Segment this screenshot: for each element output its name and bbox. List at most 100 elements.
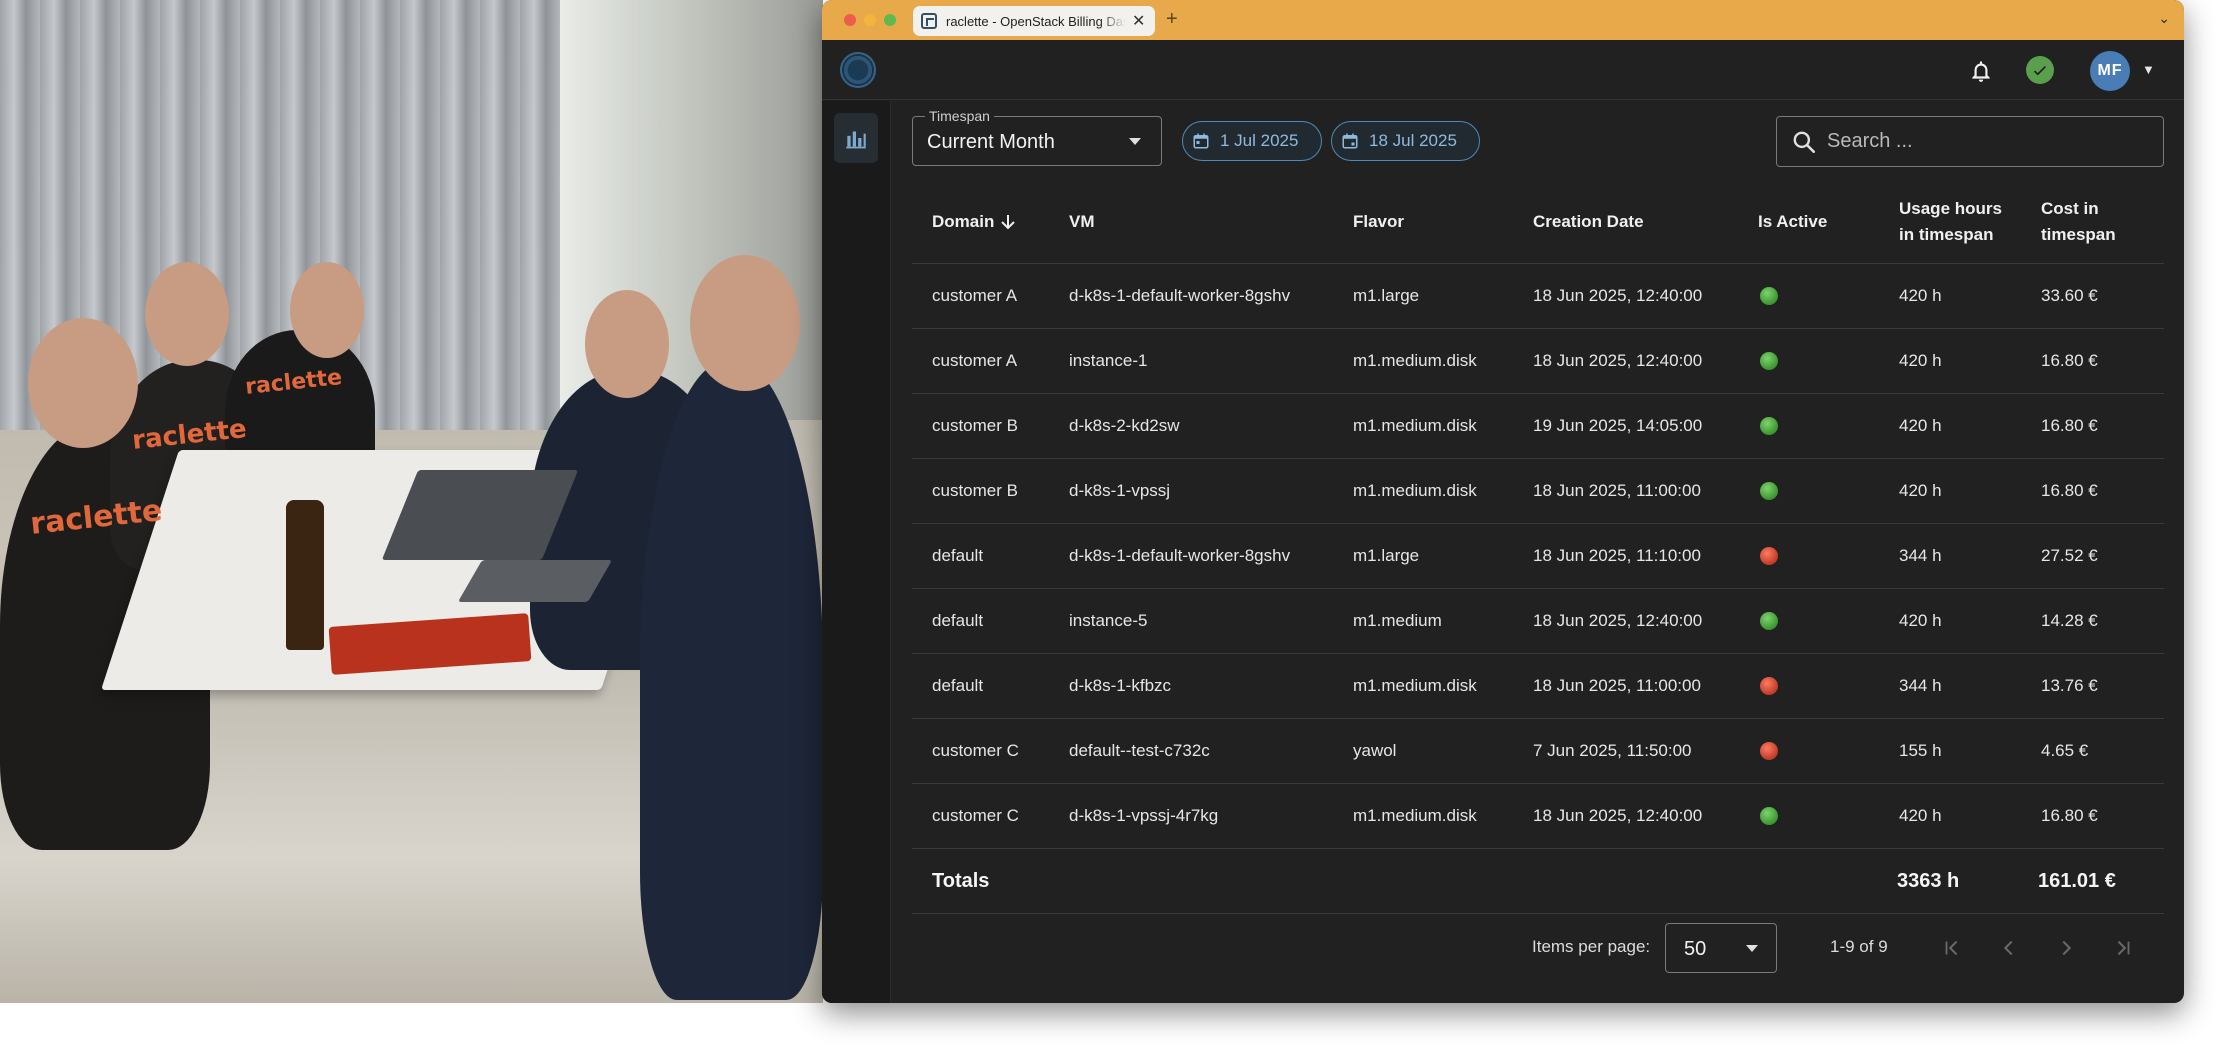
cell-cost: 16.80 € (2041, 416, 2098, 435)
head (290, 262, 364, 358)
column-header-flavor[interactable]: Flavor (1353, 181, 1404, 263)
tab-close-icon[interactable]: ✕ (1132, 11, 1145, 31)
last-page-button[interactable] (2108, 933, 2138, 963)
table-row[interactable]: customer A instance-1 m1.medium.disk 18 Jun… (912, 329, 2164, 394)
window-minimize-button[interactable] (864, 14, 876, 26)
cell-vm: d-k8s-1-default-worker-8gshv (1069, 286, 1291, 305)
cell-usage: 155 h (1899, 741, 1942, 760)
totals-label: Totals (932, 869, 990, 892)
cell-flavor: m1.medium.disk (1353, 676, 1477, 695)
side-navigation (822, 101, 891, 1003)
first-page-icon (1945, 940, 1958, 956)
items-per-page-label: Items per page: (1532, 937, 1651, 956)
table-row[interactable]: customer A d-k8s-1-default-worker-8gshv m1… (912, 264, 2164, 329)
column-header-usage[interactable]: Usage hours in timespan (1899, 181, 2011, 263)
cell-vm: d-k8s-1-vpssj (1069, 481, 1171, 500)
search-input[interactable] (1827, 130, 2147, 153)
browser-titlebar: raclette - OpenStack Billing Dashboard ✕… (822, 0, 2184, 40)
window-maximize-button[interactable] (884, 14, 896, 26)
background-photo: raclette raclette raclette (0, 0, 823, 1003)
table-row[interactable]: customer B d-k8s-2-kd2sw m1.medium.disk 19 … (912, 394, 2164, 459)
items-per-page-value: 50 (1684, 938, 1707, 960)
cell-flavor: m1.medium.disk (1353, 351, 1477, 370)
browser-tab[interactable]: raclette - OpenStack Billing Dashboard ✕ (913, 6, 1155, 36)
table-row[interactable]: customer C d-k8s-1-vpssj-4r7kg m1.medium.d… (912, 784, 2164, 849)
cell-cost: 14.28 € (2041, 611, 2098, 630)
table-row[interactable]: customer B d-k8s-1-vpssj m1.medium.disk 18 … (912, 459, 2164, 524)
head (690, 255, 800, 391)
cell-cost: 27.52 € (2041, 546, 2098, 565)
browser-window: raclette - OpenStack Billing Dashboard ✕… (822, 0, 2184, 1003)
paginator: Items per page: 50 1-9 of 9 (912, 913, 2164, 983)
table-row[interactable]: default d-k8s-1-default-worker-8gshv m1.la… (912, 524, 2164, 589)
browser-tab-title: raclette - OpenStack Billing Dashboard (946, 13, 1126, 29)
table-row[interactable]: default instance-5 m1.medium 18 Jun 2025, 1… (912, 589, 2164, 654)
end-date-value: 18 Jul 2025 (1369, 131, 1457, 150)
column-header-vm[interactable]: VM (1069, 181, 1095, 263)
sort-descending-icon (1001, 215, 1016, 230)
cell-creation-date: 19 Jun 2025, 14:05:00 (1533, 416, 1703, 435)
items-per-page-select[interactable]: 50 (1665, 923, 1777, 973)
search-field[interactable] (1776, 116, 2164, 167)
column-header-is-active[interactable]: Is Active (1758, 181, 1827, 263)
previous-page-button[interactable] (1994, 933, 2024, 963)
table-header-row: Domain VM Flavor Creation Date Is Active… (912, 181, 2164, 264)
bottle (286, 500, 324, 650)
new-tab-button[interactable]: + (1166, 8, 1178, 31)
cell-cost: 13.76 € (2041, 676, 2098, 695)
timespan-value: Current Month (927, 131, 1055, 153)
bell-icon[interactable] (1968, 58, 1994, 84)
table-row[interactable]: customer C default--test-c732c yawol 7 Jun … (912, 719, 2164, 784)
cell-cost: 16.80 € (2041, 481, 2098, 500)
status-active-icon (1760, 287, 1778, 305)
head (145, 262, 229, 366)
totals-row: Totals 3363 h 161.01 € (912, 849, 2164, 914)
end-date-chip[interactable]: 18 Jul 2025 (1331, 121, 1480, 161)
column-header-cost[interactable]: Cost in timespan (2041, 181, 2141, 263)
chevron-left-icon (2003, 940, 2013, 956)
head (28, 318, 138, 448)
nav-item-analytics[interactable] (834, 113, 878, 163)
cell-vm: default--test-c732c (1069, 741, 1210, 760)
chevron-down-icon[interactable]: ⌄ (2158, 10, 2170, 27)
cell-cost: 16.80 € (2041, 806, 2098, 825)
cell-flavor: m1.medium.disk (1353, 416, 1477, 435)
cell-vm: d-k8s-1-vpssj-4r7kg (1069, 806, 1219, 825)
chevron-right-icon (2062, 940, 2072, 956)
start-date-chip[interactable]: 1 Jul 2025 (1182, 121, 1322, 161)
user-avatar[interactable]: MF (2090, 51, 2130, 91)
chevron-down-icon[interactable]: ▼ (2142, 62, 2155, 77)
cell-usage: 344 h (1899, 676, 1942, 695)
cell-creation-date: 18 Jun 2025, 12:40:00 (1533, 611, 1703, 630)
timespan-select[interactable]: Timespan Current Month (912, 108, 1162, 166)
cell-is-active (1758, 264, 1778, 328)
cell-creation-date: 18 Jun 2025, 12:40:00 (1533, 286, 1703, 305)
cell-creation-date: 18 Jun 2025, 11:00:00 (1533, 481, 1701, 500)
cell-vm: d-k8s-2-kd2sw (1069, 416, 1180, 435)
window-close-button[interactable] (844, 14, 856, 26)
cell-vm: d-k8s-1-kfbzc (1069, 676, 1172, 695)
first-page-button[interactable] (1937, 933, 1967, 963)
status-inactive-icon (1760, 677, 1778, 695)
cell-vm: instance-1 (1069, 351, 1148, 370)
person (640, 360, 823, 1000)
cell-creation-date: 18 Jun 2025, 11:10:00 (1533, 546, 1701, 565)
cell-cost: 16.80 € (2041, 351, 2098, 370)
cell-usage: 420 h (1899, 351, 1942, 370)
cell-domain: customer B (932, 481, 1018, 500)
table-row[interactable]: default d-k8s-1-kfbzc m1.medium.disk 18 Jun… (912, 654, 2164, 719)
cell-usage: 420 h (1899, 806, 1942, 825)
cell-flavor: yawol (1353, 741, 1397, 760)
next-page-button[interactable] (2051, 933, 2081, 963)
status-check-icon[interactable] (2026, 56, 2054, 84)
column-header-domain[interactable]: Domain (932, 181, 1016, 263)
cell-creation-date: 18 Jun 2025, 12:40:00 (1533, 351, 1703, 370)
status-active-icon (1760, 612, 1778, 630)
column-header-creation-date[interactable]: Creation Date (1533, 181, 1644, 263)
cell-domain: customer C (932, 806, 1019, 825)
status-inactive-icon (1760, 547, 1778, 565)
cell-creation-date: 7 Jun 2025, 11:50:00 (1533, 741, 1692, 760)
dropdown-caret-icon (1746, 945, 1758, 952)
cell-usage: 420 h (1899, 286, 1942, 305)
app-logo[interactable] (840, 52, 876, 88)
